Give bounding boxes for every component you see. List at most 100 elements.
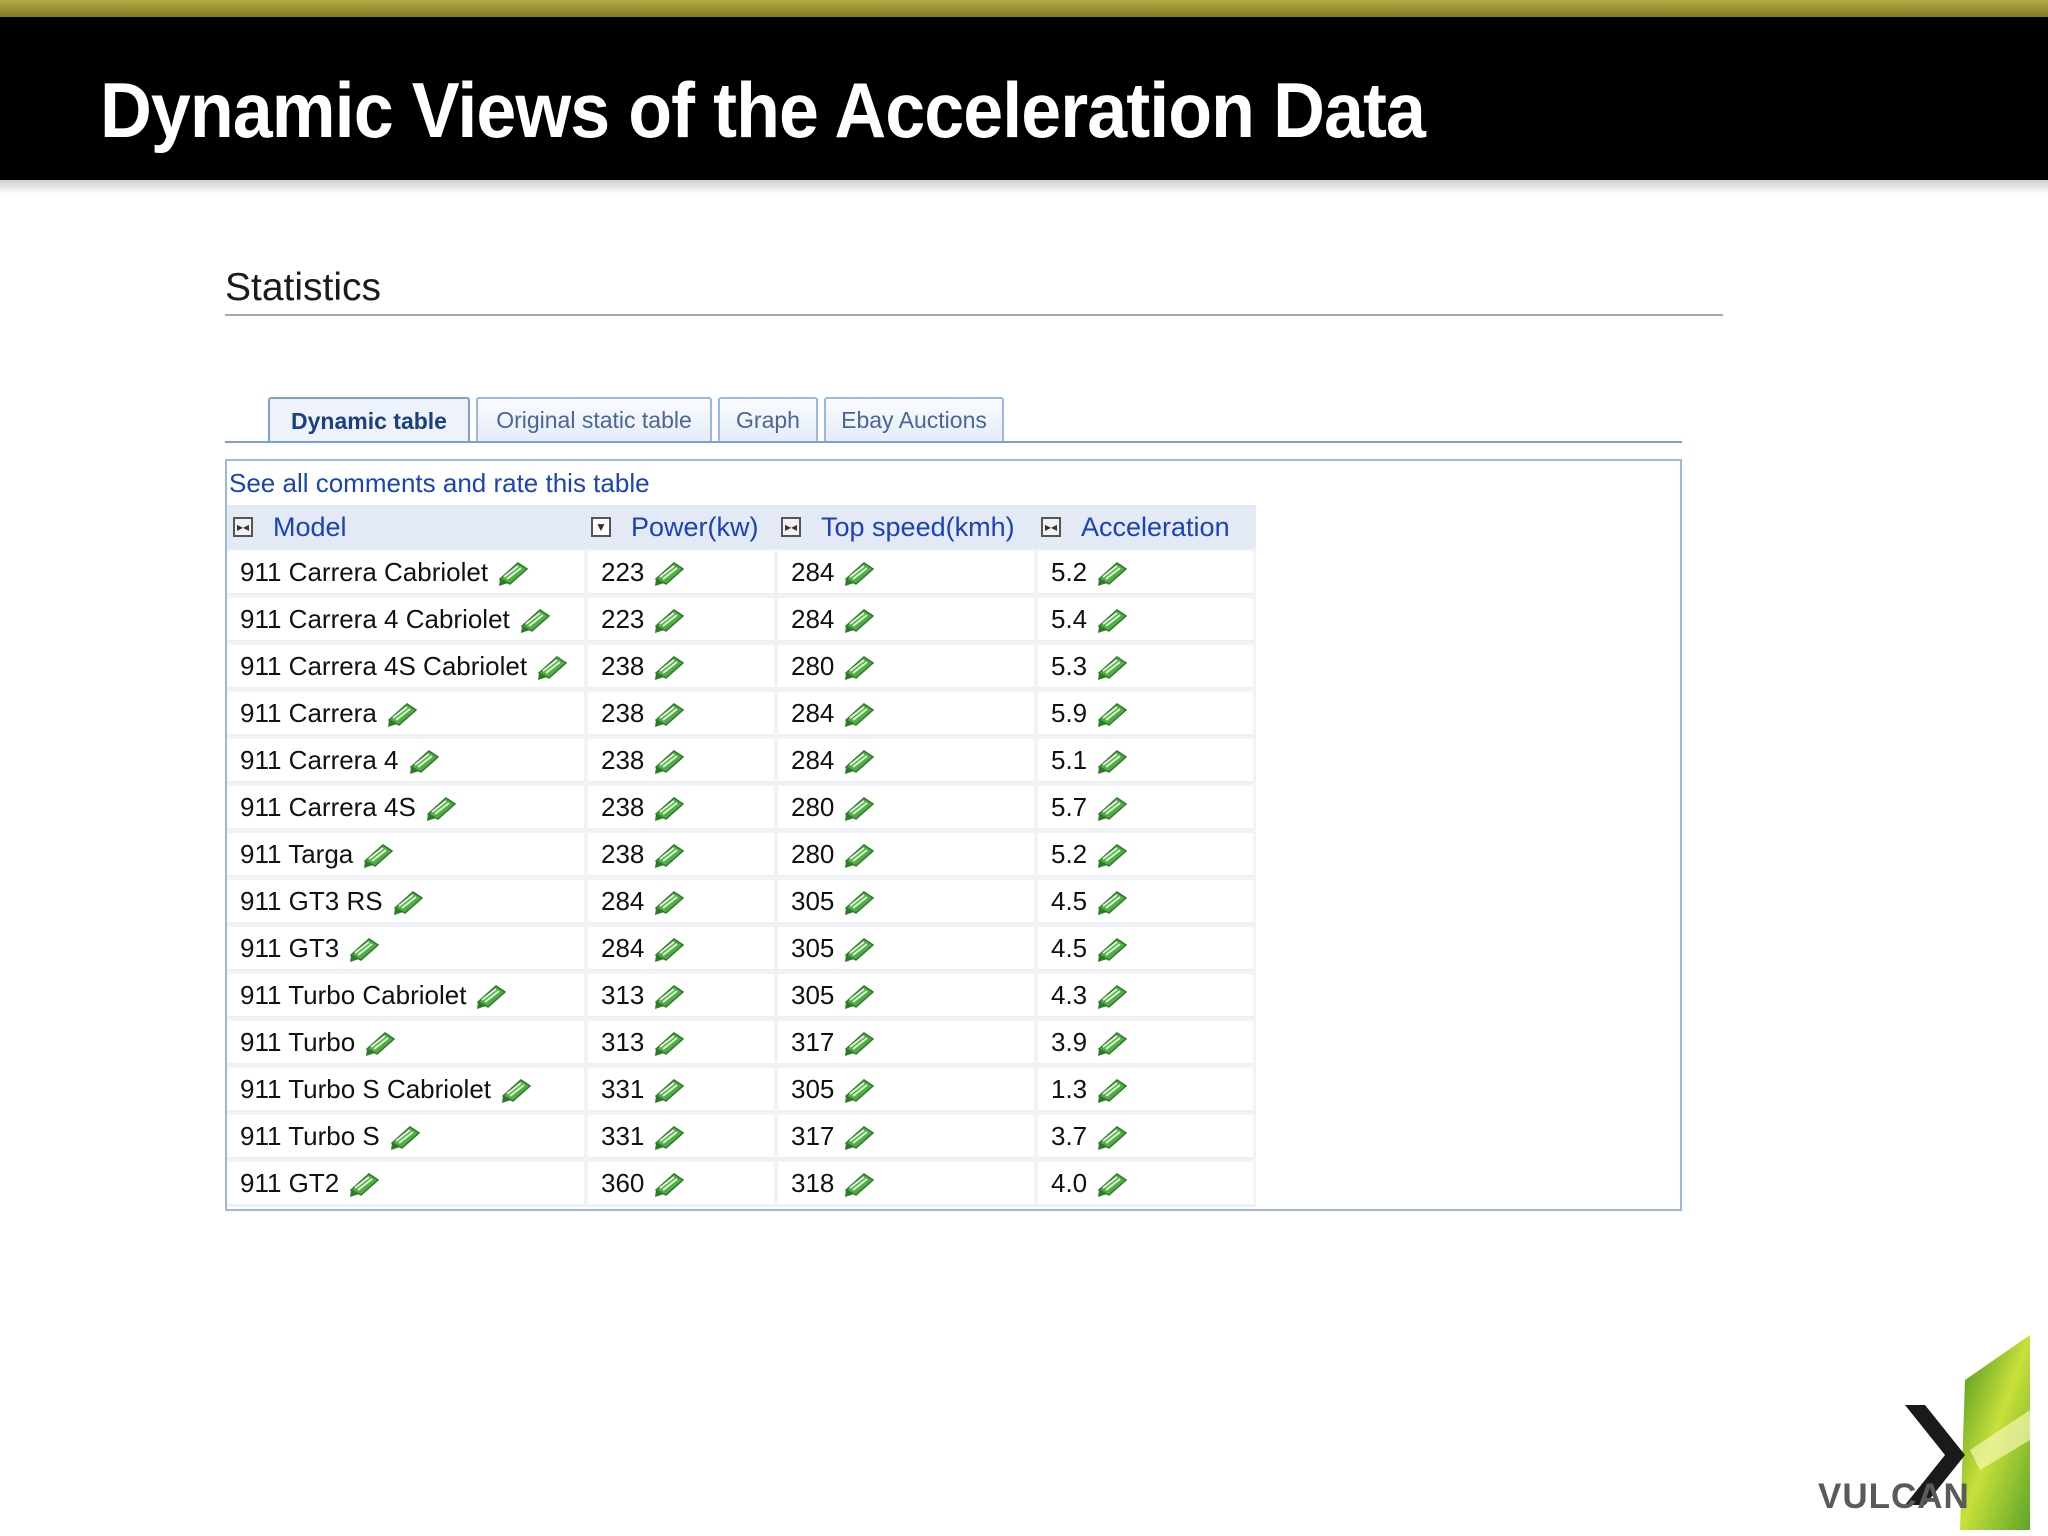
comment-bubble-icon[interactable]: [842, 839, 876, 869]
comment-bubble-icon[interactable]: [652, 1027, 686, 1057]
cell-acceleration: 5.1: [1038, 739, 1253, 783]
comment-bubble-icon[interactable]: [1095, 886, 1129, 916]
comments-link[interactable]: See all comments and rate this table: [229, 468, 650, 499]
column-header-acceleration[interactable]: ▸◂ Acceleration: [1041, 505, 1230, 549]
comment-bubble-icon[interactable]: [842, 557, 876, 587]
cell-acceleration: 3.7: [1038, 1115, 1253, 1159]
cell-value: 4.5: [1051, 885, 1088, 916]
comment-bubble-icon[interactable]: [1095, 980, 1129, 1010]
comment-bubble-icon[interactable]: [363, 1027, 397, 1057]
comment-bubble-icon[interactable]: [1095, 933, 1129, 963]
comment-bubble-icon[interactable]: [1095, 1074, 1129, 1104]
sort-toggle-icon[interactable]: ▸◂: [781, 517, 801, 537]
sort-toggle-icon[interactable]: ▸◂: [233, 517, 253, 537]
comment-bubble-icon[interactable]: [652, 933, 686, 963]
comment-bubble-icon[interactable]: [652, 604, 686, 634]
comment-bubble-icon[interactable]: [1095, 698, 1129, 728]
comment-bubble-icon[interactable]: [652, 745, 686, 775]
comment-bubble-icon[interactable]: [1095, 604, 1129, 634]
cell-power: 331: [588, 1068, 774, 1112]
cell-top-speed: 305: [778, 880, 1034, 924]
comment-bubble-icon[interactable]: [842, 980, 876, 1010]
comment-bubble-icon[interactable]: [842, 1027, 876, 1057]
column-header-model[interactable]: ▸◂ Model: [233, 505, 347, 549]
table-row: 911 GT3 RS 284 305 4.5: [227, 878, 1256, 925]
comment-bubble-icon[interactable]: [652, 1074, 686, 1104]
comment-bubble-icon[interactable]: [499, 1074, 533, 1104]
cell-acceleration: 5.7: [1038, 786, 1253, 830]
comment-bubble-icon[interactable]: [361, 839, 395, 869]
comment-bubble-icon[interactable]: [1095, 792, 1129, 822]
comment-bubble-icon[interactable]: [652, 557, 686, 587]
comment-bubble-icon[interactable]: [842, 886, 876, 916]
cell-value: 3.9: [1051, 1026, 1088, 1057]
cell-top-speed: 305: [778, 1068, 1034, 1112]
comment-bubble-icon[interactable]: [1095, 1121, 1129, 1151]
comment-bubble-icon[interactable]: [842, 1074, 876, 1104]
comment-bubble-icon[interactable]: [407, 745, 441, 775]
comment-bubble-icon[interactable]: [1095, 1027, 1129, 1057]
column-label: Top speed(kmh): [821, 511, 1015, 542]
cell-acceleration: 4.3: [1038, 974, 1253, 1018]
comment-bubble-icon[interactable]: [652, 1121, 686, 1151]
comment-bubble-icon[interactable]: [388, 1121, 422, 1151]
cell-value: 911 Turbo S: [240, 1120, 380, 1151]
comment-bubble-icon[interactable]: [1095, 839, 1129, 869]
comment-bubble-icon[interactable]: [1095, 1168, 1129, 1198]
column-header-top-speed[interactable]: ▸◂ Top speed(kmh): [781, 505, 1015, 549]
tab-graph[interactable]: Graph: [718, 397, 818, 441]
comment-bubble-icon[interactable]: [842, 604, 876, 634]
comment-bubble-icon[interactable]: [842, 792, 876, 822]
comment-bubble-icon[interactable]: [474, 980, 508, 1010]
comment-bubble-icon[interactable]: [385, 698, 419, 728]
comment-bubble-icon[interactable]: [1095, 557, 1129, 587]
comment-bubble-icon[interactable]: [652, 651, 686, 681]
column-header-power[interactable]: ▼ Power(kw): [591, 505, 759, 549]
comment-bubble-icon[interactable]: [652, 980, 686, 1010]
comment-bubble-icon[interactable]: [842, 698, 876, 728]
tab-dynamic-table[interactable]: Dynamic table: [268, 397, 470, 443]
cell-acceleration: 3.9: [1038, 1021, 1253, 1065]
comment-bubble-icon[interactable]: [347, 1168, 381, 1198]
comment-bubble-icon[interactable]: [652, 698, 686, 728]
table-row: 911 GT3 284 305 4.5: [227, 925, 1256, 972]
cell-value: 305: [791, 1073, 835, 1104]
tab-ebay-auctions[interactable]: Ebay Auctions: [824, 397, 1004, 441]
cell-top-speed: 305: [778, 974, 1034, 1018]
title-bar: Dynamic Views of the Acceleration Data: [0, 17, 2048, 180]
table-row: 911 Carrera 4S Cabriolet 238 280 5.3: [227, 643, 1256, 690]
comment-bubble-icon[interactable]: [652, 839, 686, 869]
comment-bubble-icon[interactable]: [842, 745, 876, 775]
cell-model: 911 Turbo S Cabriolet: [227, 1068, 584, 1112]
cell-value: 911 Carrera 4S Cabriolet: [240, 650, 528, 681]
comment-bubble-icon[interactable]: [518, 604, 552, 634]
cell-value: 911 Carrera Cabriolet: [240, 556, 489, 587]
comment-bubble-icon[interactable]: [535, 651, 569, 681]
comment-bubble-icon[interactable]: [391, 886, 425, 916]
comment-bubble-icon[interactable]: [652, 886, 686, 916]
sort-descending-icon[interactable]: ▼: [591, 517, 611, 537]
comment-bubble-icon[interactable]: [1095, 745, 1129, 775]
cell-model: 911 Turbo S: [227, 1115, 584, 1159]
table-row: 911 Turbo 313 317 3.9: [227, 1019, 1256, 1066]
comment-bubble-icon[interactable]: [652, 792, 686, 822]
comment-bubble-icon[interactable]: [842, 651, 876, 681]
comment-bubble-icon[interactable]: [652, 1168, 686, 1198]
table-header: ▸◂ Model ▼ Power(kw) ▸◂ Top speed(kmh) ▸…: [227, 505, 1256, 549]
comment-bubble-icon[interactable]: [424, 792, 458, 822]
comment-bubble-icon[interactable]: [842, 1168, 876, 1198]
cell-value: 911 Carrera 4 Cabriolet: [240, 603, 510, 634]
comment-bubble-icon[interactable]: [347, 933, 381, 963]
cell-power: 238: [588, 692, 774, 736]
section-heading: Statistics: [225, 266, 382, 309]
tab-original-static-table[interactable]: Original static table: [476, 397, 712, 441]
comment-bubble-icon[interactable]: [496, 557, 530, 587]
cell-value: 317: [791, 1120, 835, 1151]
cell-value: 4.5: [1051, 932, 1088, 963]
comment-bubble-icon[interactable]: [842, 1121, 876, 1151]
cell-value: 238: [601, 697, 645, 728]
comment-bubble-icon[interactable]: [842, 933, 876, 963]
sort-toggle-icon[interactable]: ▸◂: [1041, 517, 1061, 537]
comment-bubble-icon[interactable]: [1095, 651, 1129, 681]
cell-value: 284: [791, 697, 835, 728]
